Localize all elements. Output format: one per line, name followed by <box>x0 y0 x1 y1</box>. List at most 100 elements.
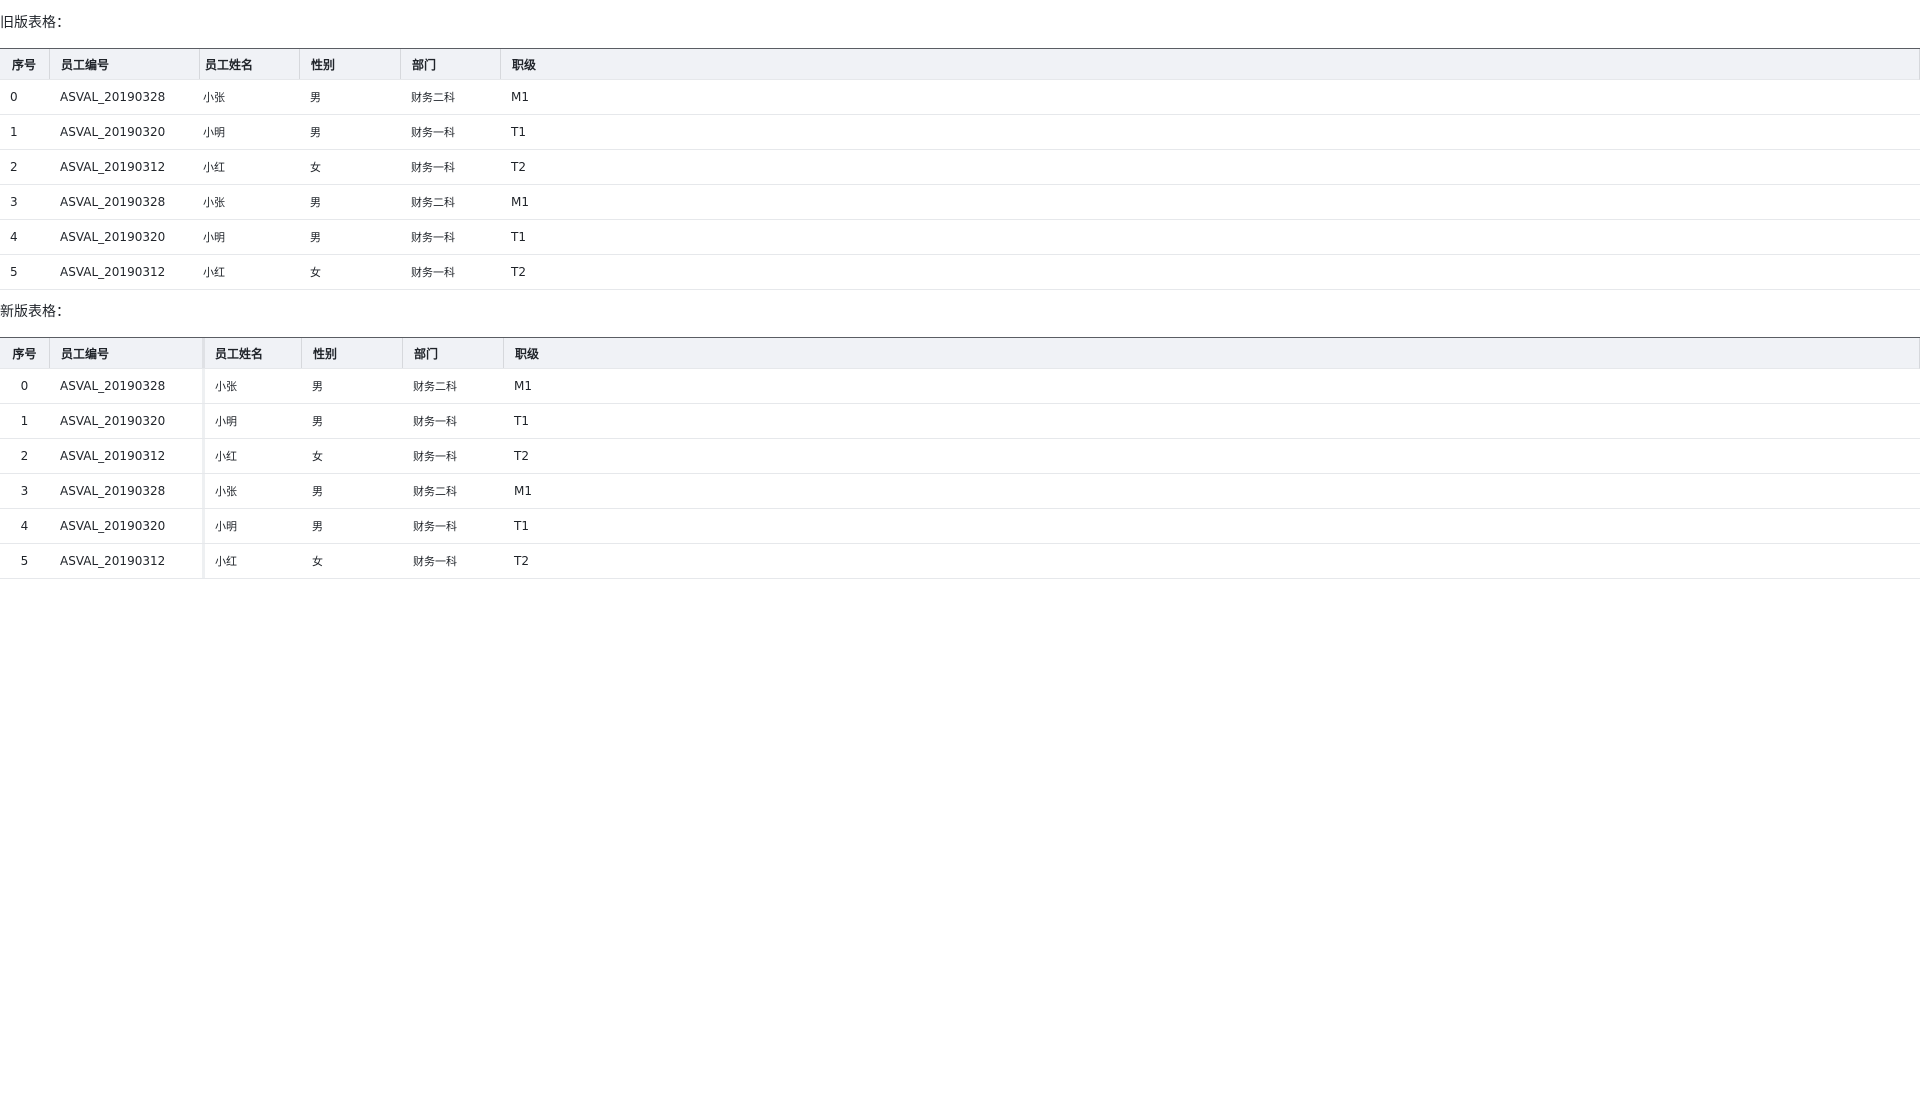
column-header-index[interactable]: 序号 <box>0 49 49 79</box>
table-row[interactable]: 0 ASVAL_20190328 小张男 财务二科 M1 <box>0 369 1920 404</box>
cell-employee-name: 小明 <box>203 126 225 139</box>
cell-employee-name: 小张 <box>202 474 302 508</box>
cell-department: 财务一科 <box>413 520 457 533</box>
column-header-gender[interactable]: 性别 <box>301 338 403 368</box>
column-header-employee-name[interactable]: 员工姓名 <box>202 338 302 368</box>
cell-index: 4 <box>20 519 29 533</box>
cell-gender: 女 <box>312 450 323 463</box>
cell-rank: T1 <box>511 125 526 139</box>
new-table-header: 序号 员工编号 员工姓名 性别 部门 职级 <box>0 338 1920 369</box>
column-header-department[interactable]: 部门 <box>402 338 504 368</box>
cell-employee-name: 小红 <box>202 544 302 578</box>
cell-index: 3 <box>10 195 18 209</box>
cell-employee-id: ASVAL_20190328 <box>60 484 166 498</box>
cell-rank: T2 <box>511 160 526 174</box>
cell-employee-name: 小明 <box>203 231 225 244</box>
table-row[interactable]: 3 ASVAL_20190328 小张男财务二科 M1 <box>0 185 1920 220</box>
cell-employee-name: 小红 <box>203 161 225 174</box>
cell-department: 财务一科 <box>411 161 455 174</box>
old-table-header: 序号 员工编号 员工姓名 性别 部门 职级 <box>0 49 1920 80</box>
cell-index: 2 <box>10 160 18 174</box>
column-header-employee-name[interactable]: 员工姓名 <box>199 49 300 79</box>
cell-employee-id: ASVAL_20190312 <box>60 554 166 568</box>
table-row[interactable]: 3 ASVAL_20190328 小张男财务二科 M1 <box>0 474 1920 509</box>
cell-rank: M1 <box>511 90 529 104</box>
cell-rank: T2 <box>514 554 529 568</box>
cell-department: 财务二科 <box>413 380 457 393</box>
cell-department: 财务一科 <box>413 555 457 568</box>
table-row[interactable]: 0 ASVAL_20190328 小张 男 财务二科 M1 <box>0 80 1920 115</box>
cell-employee-name: 小红 <box>202 439 302 473</box>
cell-employee-id: ASVAL_20190312 <box>60 160 166 174</box>
cell-gender: 男 <box>310 91 321 104</box>
cell-employee-id: ASVAL_20190312 <box>60 265 166 279</box>
column-header-rank[interactable]: 职级 <box>500 49 620 79</box>
cell-index: 5 <box>10 265 18 279</box>
table-row[interactable]: 4 ASVAL_20190320 小明男 财务一科 T1 <box>0 509 1920 544</box>
cell-department: 财务一科 <box>411 231 455 244</box>
cell-rank: T2 <box>514 449 529 463</box>
cell-employee-id: ASVAL_20190320 <box>60 519 166 533</box>
new-table: 序号 员工编号 员工姓名 性别 部门 职级 0 ASVAL_20190328 小张男… <box>0 337 1920 579</box>
cell-gender: 男 <box>310 196 321 209</box>
column-header-department[interactable]: 部门 <box>400 49 501 79</box>
cell-rank: T1 <box>514 519 529 533</box>
cell-index: 0 <box>10 90 18 104</box>
table-row[interactable]: 5 ASVAL_20190312 小红女 财务一科 T2 <box>0 544 1920 579</box>
cell-department: 财务二科 <box>413 485 457 498</box>
column-header-employee-id[interactable]: 员工编号 <box>49 338 202 368</box>
old-table-title: 旧版表格： <box>0 15 70 31</box>
new-table-body: 0 ASVAL_20190328 小张男财务二科 M1 1 ASVAL_20190320 小… <box>0 369 1920 579</box>
cell-employee-id: ASVAL_20190320 <box>60 230 166 244</box>
cell-index: 4 <box>10 230 18 244</box>
cell-employee-name: 小红 <box>203 266 225 279</box>
cell-rank: T2 <box>511 265 526 279</box>
cell-employee-name: 小张 <box>203 196 225 209</box>
column-header-rank[interactable]: 职级 <box>503 338 623 368</box>
cell-gender: 女 <box>310 161 321 174</box>
cell-employee-id: ASVAL_20190312 <box>60 449 166 463</box>
cell-index: 0 <box>20 379 29 393</box>
table-row[interactable]: 2 ASVAL_20190312 小红 女 财务一科 T2 <box>0 150 1920 185</box>
cell-gender: 男 <box>312 520 323 533</box>
cell-employee-id: ASVAL_20190328 <box>60 379 166 393</box>
cell-rank: T1 <box>511 230 526 244</box>
table-row[interactable]: 5 ASVAL_20190312 小红 女 财务一科 T2 <box>0 255 1920 290</box>
cell-department: 财务一科 <box>411 266 455 279</box>
cell-gender: 男 <box>310 231 321 244</box>
cell-employee-name: 小张 <box>203 91 225 104</box>
cell-rank: M1 <box>514 379 532 393</box>
new-table-title: 新版表格： <box>0 304 70 320</box>
cell-department: 财务一科 <box>411 126 455 139</box>
cell-employee-name: 小明 <box>202 404 302 438</box>
old-table: 序号 员工编号 员工姓名 性别 部门 职级 0 ASVAL_20190328 小张男… <box>0 48 1920 290</box>
cell-gender: 男 <box>310 126 321 139</box>
cell-employee-name: 小明 <box>202 509 302 543</box>
cell-department: 财务二科 <box>411 196 455 209</box>
column-header-employee-id[interactable]: 员工编号 <box>49 49 200 79</box>
cell-department: 财务二科 <box>411 91 455 104</box>
column-header-index[interactable]: 序号 <box>0 338 49 368</box>
cell-rank: M1 <box>514 484 532 498</box>
cell-gender: 女 <box>312 555 323 568</box>
table-row[interactable]: 2 ASVAL_20190312 小红女 财务一科 T2 <box>0 439 1920 474</box>
cell-employee-id: ASVAL_20190320 <box>60 414 166 428</box>
cell-employee-name: 小张 <box>202 369 302 403</box>
cell-gender: 女 <box>310 266 321 279</box>
cell-rank: T1 <box>514 414 529 428</box>
old-table-body: 0 ASVAL_20190328 小张男财务二科 M1 1 ASVAL_20190320 小… <box>0 80 1920 290</box>
cell-gender: 男 <box>312 485 323 498</box>
cell-gender: 男 <box>312 415 323 428</box>
cell-rank: M1 <box>511 195 529 209</box>
table-row[interactable]: 4 ASVAL_20190320 小明 男 财务一科 T1 <box>0 220 1920 255</box>
cell-index: 2 <box>20 449 29 463</box>
column-header-gender[interactable]: 性别 <box>299 49 400 79</box>
cell-department: 财务一科 <box>413 450 457 463</box>
table-row[interactable]: 1 ASVAL_20190320 小明男 财务一科 T1 <box>0 404 1920 439</box>
table-row[interactable]: 1 ASVAL_20190320 小明男财务一科 T1 <box>0 115 1920 150</box>
cell-employee-id: ASVAL_20190328 <box>60 90 166 104</box>
cell-index: 1 <box>20 414 29 428</box>
cell-department: 财务一科 <box>413 415 457 428</box>
cell-index: 5 <box>20 554 29 568</box>
cell-gender: 男 <box>312 380 323 393</box>
